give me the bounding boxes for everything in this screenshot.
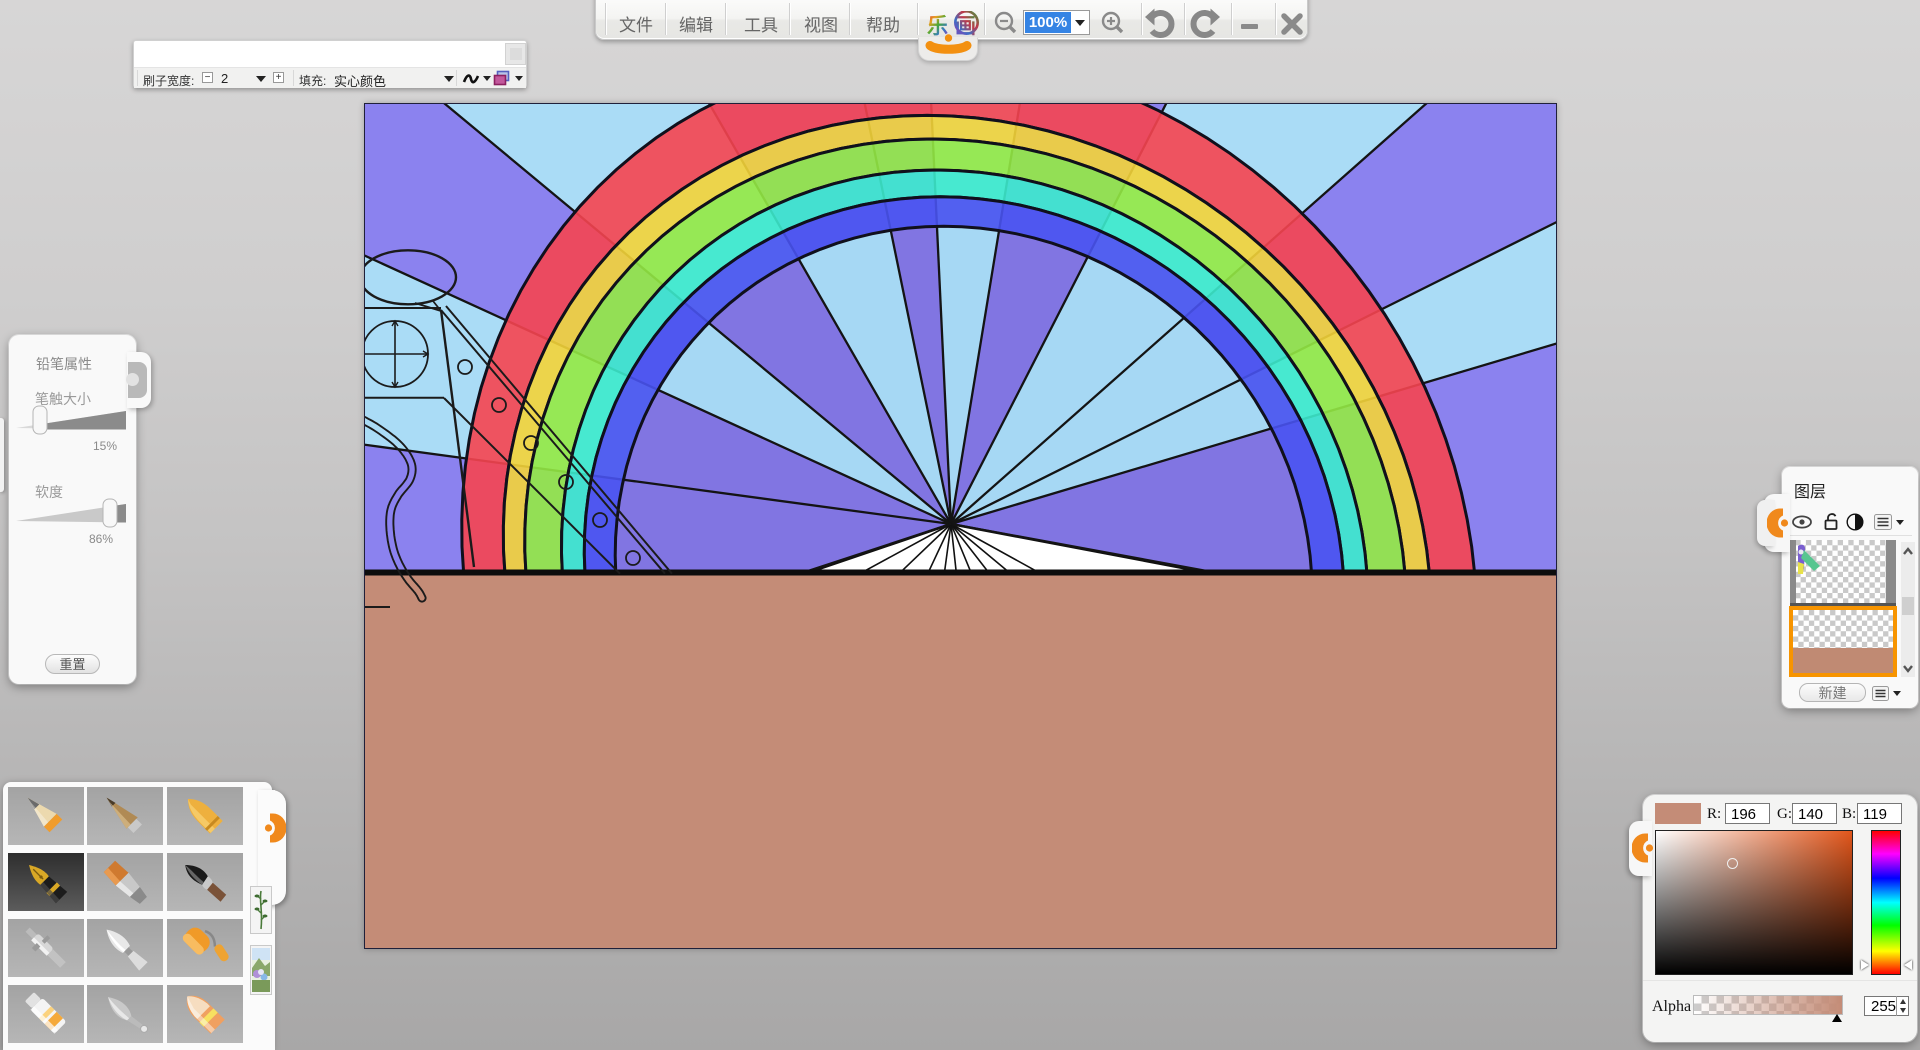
svg-text:乐: 乐: [927, 15, 948, 38]
